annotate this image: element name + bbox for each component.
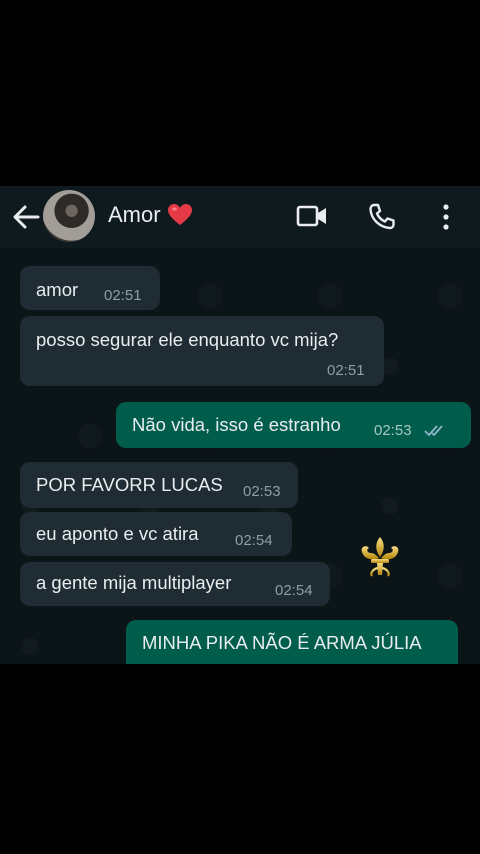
message-text: MINHA PIKA NÃO É ARMA JÚLIA: [142, 632, 422, 653]
message-time: 02:51: [327, 362, 365, 379]
message-text: POR FAVORR LUCAS: [36, 474, 223, 495]
heart-icon: [167, 204, 192, 225]
message-incoming[interactable]: posso segurar ele enquanto vc mija? 02:5…: [20, 316, 384, 386]
message-incoming[interactable]: POR FAVORR LUCAS 02:53: [20, 462, 298, 508]
back-arrow-icon[interactable]: [12, 204, 40, 230]
message-time: 02:54: [235, 532, 273, 549]
message-text: amor: [36, 279, 79, 300]
contact-name: Amor: [108, 202, 161, 227]
message-incoming[interactable]: a gente mija multiplayer 02:54: [20, 562, 330, 606]
message-text: eu aponto e vc atira: [36, 523, 199, 544]
message-time: 02:51: [104, 287, 142, 304]
message-outgoing[interactable]: Não vida, isso é estranho 02:53: [116, 402, 471, 448]
message-text: posso segurar ele enquanto vc mija?: [36, 329, 339, 350]
message-time: 02:53: [374, 422, 412, 439]
message-time: 02:54: [275, 582, 313, 599]
phone-call-icon[interactable]: [367, 202, 397, 232]
message-outgoing[interactable]: MINHA PIKA NÃO É ARMA JÚLIA: [126, 620, 458, 664]
more-vertical-icon[interactable]: [440, 202, 452, 232]
contact-avatar[interactable]: [43, 190, 95, 242]
message-text: a gente mija multiplayer: [36, 572, 232, 593]
fleur-de-lis-icon: [361, 537, 399, 577]
message-time: 02:53: [243, 483, 281, 500]
read-ticks-icon: [424, 425, 443, 437]
contact-title[interactable]: Amor: [108, 202, 193, 228]
chat-screen: Amor amor 02:51 posso segurar ele enquan…: [0, 186, 480, 664]
message-text: Não vida, isso é estranho: [132, 414, 341, 435]
message-incoming[interactable]: amor 02:51: [20, 266, 160, 310]
video-call-icon[interactable]: [296, 202, 328, 230]
message-incoming[interactable]: eu aponto e vc atira 02:54: [20, 512, 292, 556]
chat-header: Amor: [0, 186, 480, 248]
